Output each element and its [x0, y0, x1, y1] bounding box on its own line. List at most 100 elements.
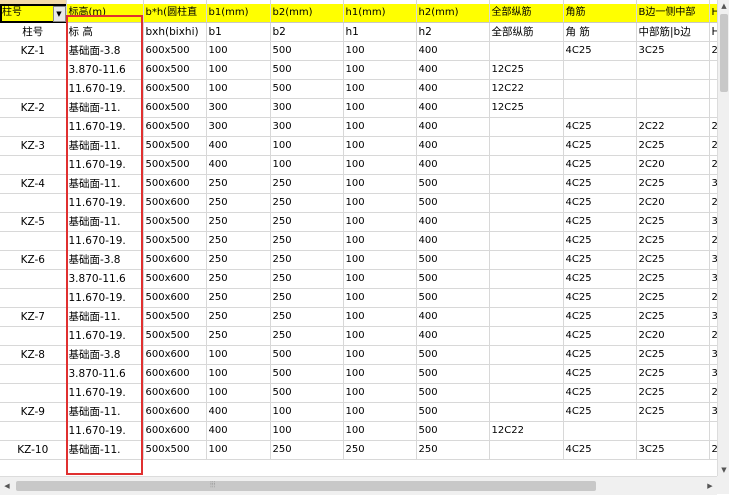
table-cell[interactable]: 3.870-11.6	[66, 60, 144, 80]
table-cell[interactable]: 250	[206, 250, 271, 270]
table-cell[interactable]: 250	[206, 193, 271, 213]
table-cell[interactable]: 400	[416, 136, 490, 156]
table-cell[interactable]: 500x500	[143, 326, 207, 346]
table-cell[interactable]: 250	[270, 174, 344, 194]
table-cell[interactable]: 4C25	[563, 174, 637, 194]
table-cell[interactable]: 100	[270, 421, 344, 441]
table-cell[interactable]	[0, 364, 67, 384]
table-cell[interactable]: 250	[270, 269, 344, 289]
vertical-scroll-thumb[interactable]	[720, 14, 728, 92]
table-cell[interactable]	[709, 421, 717, 441]
table-cell[interactable]	[0, 117, 67, 137]
vertical-scrollbar[interactable]: ▲ ▼	[717, 0, 729, 476]
table-cell[interactable]	[709, 60, 717, 80]
table-cell[interactable]	[489, 117, 564, 137]
table-cell[interactable]	[489, 41, 564, 61]
table-cell[interactable]: 100	[343, 174, 417, 194]
table-cell[interactable]: 4C25	[563, 41, 637, 61]
table-cell[interactable]: 2(	[709, 383, 717, 403]
table-cell[interactable]	[709, 79, 717, 99]
table-cell[interactable]: 500x500	[143, 440, 207, 460]
table-cell[interactable]: 3(	[709, 269, 717, 289]
table-cell[interactable]: 100	[343, 383, 417, 403]
table-cell[interactable]: 500x500	[143, 212, 207, 232]
table-cell[interactable]	[489, 193, 564, 213]
table-cell[interactable]	[489, 364, 564, 384]
table-cell[interactable]: 11.670-19.	[66, 383, 144, 403]
header-cell[interactable]: b*h(圆柱直	[143, 4, 207, 23]
table-cell[interactable]: 250	[270, 212, 344, 232]
header-cell[interactable]: b1(mm)	[206, 4, 271, 23]
table-cell[interactable]: 300	[206, 117, 271, 137]
table-cell[interactable]: 100	[343, 117, 417, 137]
table-cell[interactable]	[563, 421, 637, 441]
table-cell[interactable]: 100	[206, 345, 271, 365]
table-cell[interactable]: 250	[343, 440, 417, 460]
table-cell[interactable]: 250	[270, 231, 344, 251]
table-cell[interactable]: KZ-6	[0, 250, 67, 270]
table-cell[interactable]	[709, 98, 717, 118]
table-cell[interactable]: 600x500	[143, 117, 207, 137]
table-cell[interactable]: 基础面-11.	[66, 402, 144, 422]
table-cell[interactable]: 2C25	[636, 231, 710, 251]
table-cell[interactable]: 100	[343, 345, 417, 365]
table-cell[interactable]: 基础面-11.	[66, 212, 144, 232]
table-cell[interactable]: 3(	[709, 402, 717, 422]
table-cell[interactable]: 100	[343, 402, 417, 422]
table-cell[interactable]: KZ-10	[0, 440, 67, 460]
table-cell[interactable]: 600x500	[143, 60, 207, 80]
table-cell[interactable]: 基础面-11.	[66, 136, 144, 156]
table-cell[interactable]: 11.670-19.	[66, 193, 144, 213]
table-cell[interactable]: 2C25	[636, 250, 710, 270]
table-cell[interactable]: 400	[416, 117, 490, 137]
table-cell[interactable]: 400	[206, 155, 271, 175]
table-cell[interactable]: 500	[416, 250, 490, 270]
table-cell[interactable]: 2(	[709, 440, 717, 460]
table-cell[interactable]: 500x500	[143, 307, 207, 327]
table-cell[interactable]: 2(	[709, 231, 717, 251]
table-cell[interactable]	[489, 269, 564, 289]
table-cell[interactable]: 基础面-11.	[66, 98, 144, 118]
table-cell[interactable]: 100	[343, 155, 417, 175]
arrow-left-icon[interactable]: ◀	[0, 477, 14, 495]
table-cell[interactable]: 500x600	[143, 193, 207, 213]
table-cell[interactable]	[0, 421, 67, 441]
table-cell[interactable]: 100	[343, 421, 417, 441]
table-cell[interactable]: 400	[416, 307, 490, 327]
table-cell[interactable]: 100	[343, 307, 417, 327]
table-cell[interactable]: 4C25	[563, 250, 637, 270]
subheader-cell[interactable]: 角 筋	[563, 22, 637, 42]
table-cell[interactable]	[0, 79, 67, 99]
table-cell[interactable]: 3(	[709, 174, 717, 194]
table-cell[interactable]: 100	[343, 364, 417, 384]
table-cell[interactable]: 2C20	[636, 193, 710, 213]
table-cell[interactable]: 3(	[709, 345, 717, 365]
table-cell[interactable]	[489, 174, 564, 194]
table-cell[interactable]: 4C25	[563, 212, 637, 232]
table-cell[interactable]: 500	[270, 60, 344, 80]
table-cell[interactable]: 500	[416, 421, 490, 441]
table-cell[interactable]: 250	[206, 212, 271, 232]
chevron-down-icon[interactable]: ▼	[52, 6, 65, 22]
table-cell[interactable]: 4C25	[563, 364, 637, 384]
table-cell[interactable]: 2(	[709, 326, 717, 346]
header-cell-column-id[interactable]: 柱号 ▼	[0, 4, 67, 23]
table-cell[interactable]: 4C25	[563, 231, 637, 251]
table-cell[interactable]: KZ-9	[0, 402, 67, 422]
table-cell[interactable]: 12C25	[489, 98, 564, 118]
table-cell[interactable]	[489, 136, 564, 156]
table-cell[interactable]: 400	[416, 326, 490, 346]
table-cell[interactable]: 100	[343, 288, 417, 308]
table-cell[interactable]	[489, 231, 564, 251]
subheader-cell[interactable]: h2	[416, 22, 490, 42]
table-cell[interactable]: 500x600	[143, 174, 207, 194]
header-cell[interactable]: H	[709, 4, 717, 23]
table-cell[interactable]: 12C22	[489, 421, 564, 441]
table-cell[interactable]: 2(	[709, 193, 717, 213]
table-cell[interactable]: 100	[270, 155, 344, 175]
table-cell[interactable]: 400	[206, 421, 271, 441]
table-cell[interactable]: 4C25	[563, 269, 637, 289]
arrow-right-icon[interactable]: ▶	[703, 477, 717, 495]
table-cell[interactable]: 100	[206, 364, 271, 384]
table-cell[interactable]: 500	[416, 402, 490, 422]
